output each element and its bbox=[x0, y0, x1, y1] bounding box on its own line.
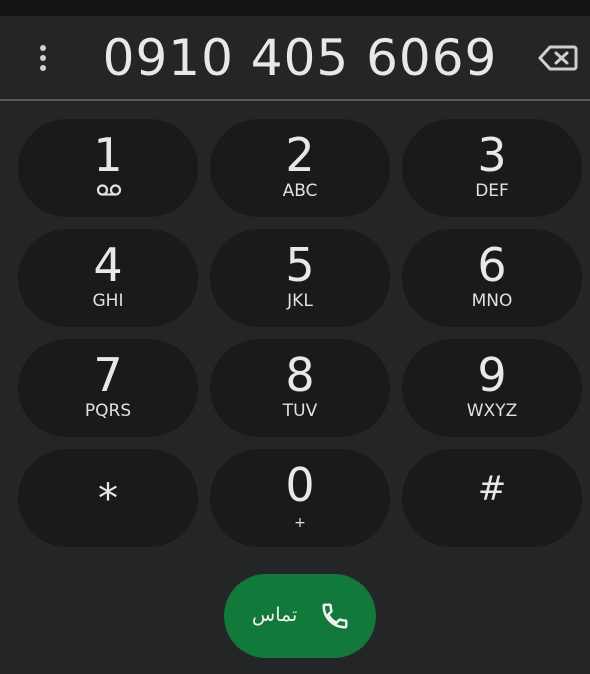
key-hash[interactable]: # bbox=[402, 449, 582, 547]
key-9[interactable]: 9 WXYZ bbox=[402, 339, 582, 437]
key-digit: * bbox=[98, 476, 118, 522]
key-7[interactable]: 7 PQRS bbox=[18, 339, 198, 437]
key-1[interactable]: 1 bbox=[18, 119, 198, 217]
key-letters: MNO bbox=[471, 291, 513, 311]
key-digit: # bbox=[477, 469, 507, 509]
key-digit: 8 bbox=[285, 348, 315, 402]
key-letters: + bbox=[294, 515, 306, 531]
key-digit: 0 bbox=[285, 458, 315, 512]
call-label: تماس bbox=[252, 604, 298, 626]
key-5[interactable]: 5 JKL bbox=[210, 229, 390, 327]
key-digit: 5 bbox=[285, 238, 315, 292]
key-star[interactable]: * bbox=[18, 449, 198, 547]
key-3[interactable]: 3 DEF bbox=[402, 119, 582, 217]
more-vert-icon[interactable] bbox=[30, 40, 56, 76]
status-bar-strip bbox=[0, 0, 590, 16]
key-letters: JKL bbox=[287, 291, 313, 311]
key-digit: 2 bbox=[285, 128, 315, 182]
key-digit: 1 bbox=[93, 128, 123, 182]
key-digit: 3 bbox=[477, 128, 507, 182]
key-0[interactable]: 0 + bbox=[210, 449, 390, 547]
key-digit: 9 bbox=[477, 348, 507, 402]
key-8[interactable]: 8 TUV bbox=[210, 339, 390, 437]
key-letters: DEF bbox=[475, 181, 509, 201]
key-4[interactable]: 4 GHI bbox=[18, 229, 198, 327]
key-2[interactable]: 2 ABC bbox=[210, 119, 390, 217]
key-6[interactable]: 6 MNO bbox=[402, 229, 582, 327]
menu-dot bbox=[40, 65, 46, 71]
phone-icon bbox=[322, 603, 348, 629]
key-digit: 4 bbox=[93, 238, 123, 292]
backspace-icon[interactable] bbox=[538, 43, 578, 73]
number-display-bar: 0910 405 6069 bbox=[0, 16, 590, 100]
divider bbox=[0, 99, 590, 101]
call-button[interactable]: تماس bbox=[224, 574, 376, 658]
menu-dot bbox=[40, 45, 46, 51]
key-digit: 6 bbox=[477, 238, 507, 292]
key-letters: PQRS bbox=[84, 401, 132, 421]
key-digit: 7 bbox=[93, 348, 123, 402]
key-letters: TUV bbox=[282, 401, 318, 421]
key-letters: GHI bbox=[92, 291, 124, 311]
menu-dot bbox=[40, 55, 46, 61]
key-letters: ABC bbox=[282, 181, 318, 201]
dialed-number: 0910 405 6069 bbox=[102, 29, 498, 87]
voicemail-icon bbox=[96, 184, 122, 196]
key-letters: WXYZ bbox=[466, 401, 518, 421]
